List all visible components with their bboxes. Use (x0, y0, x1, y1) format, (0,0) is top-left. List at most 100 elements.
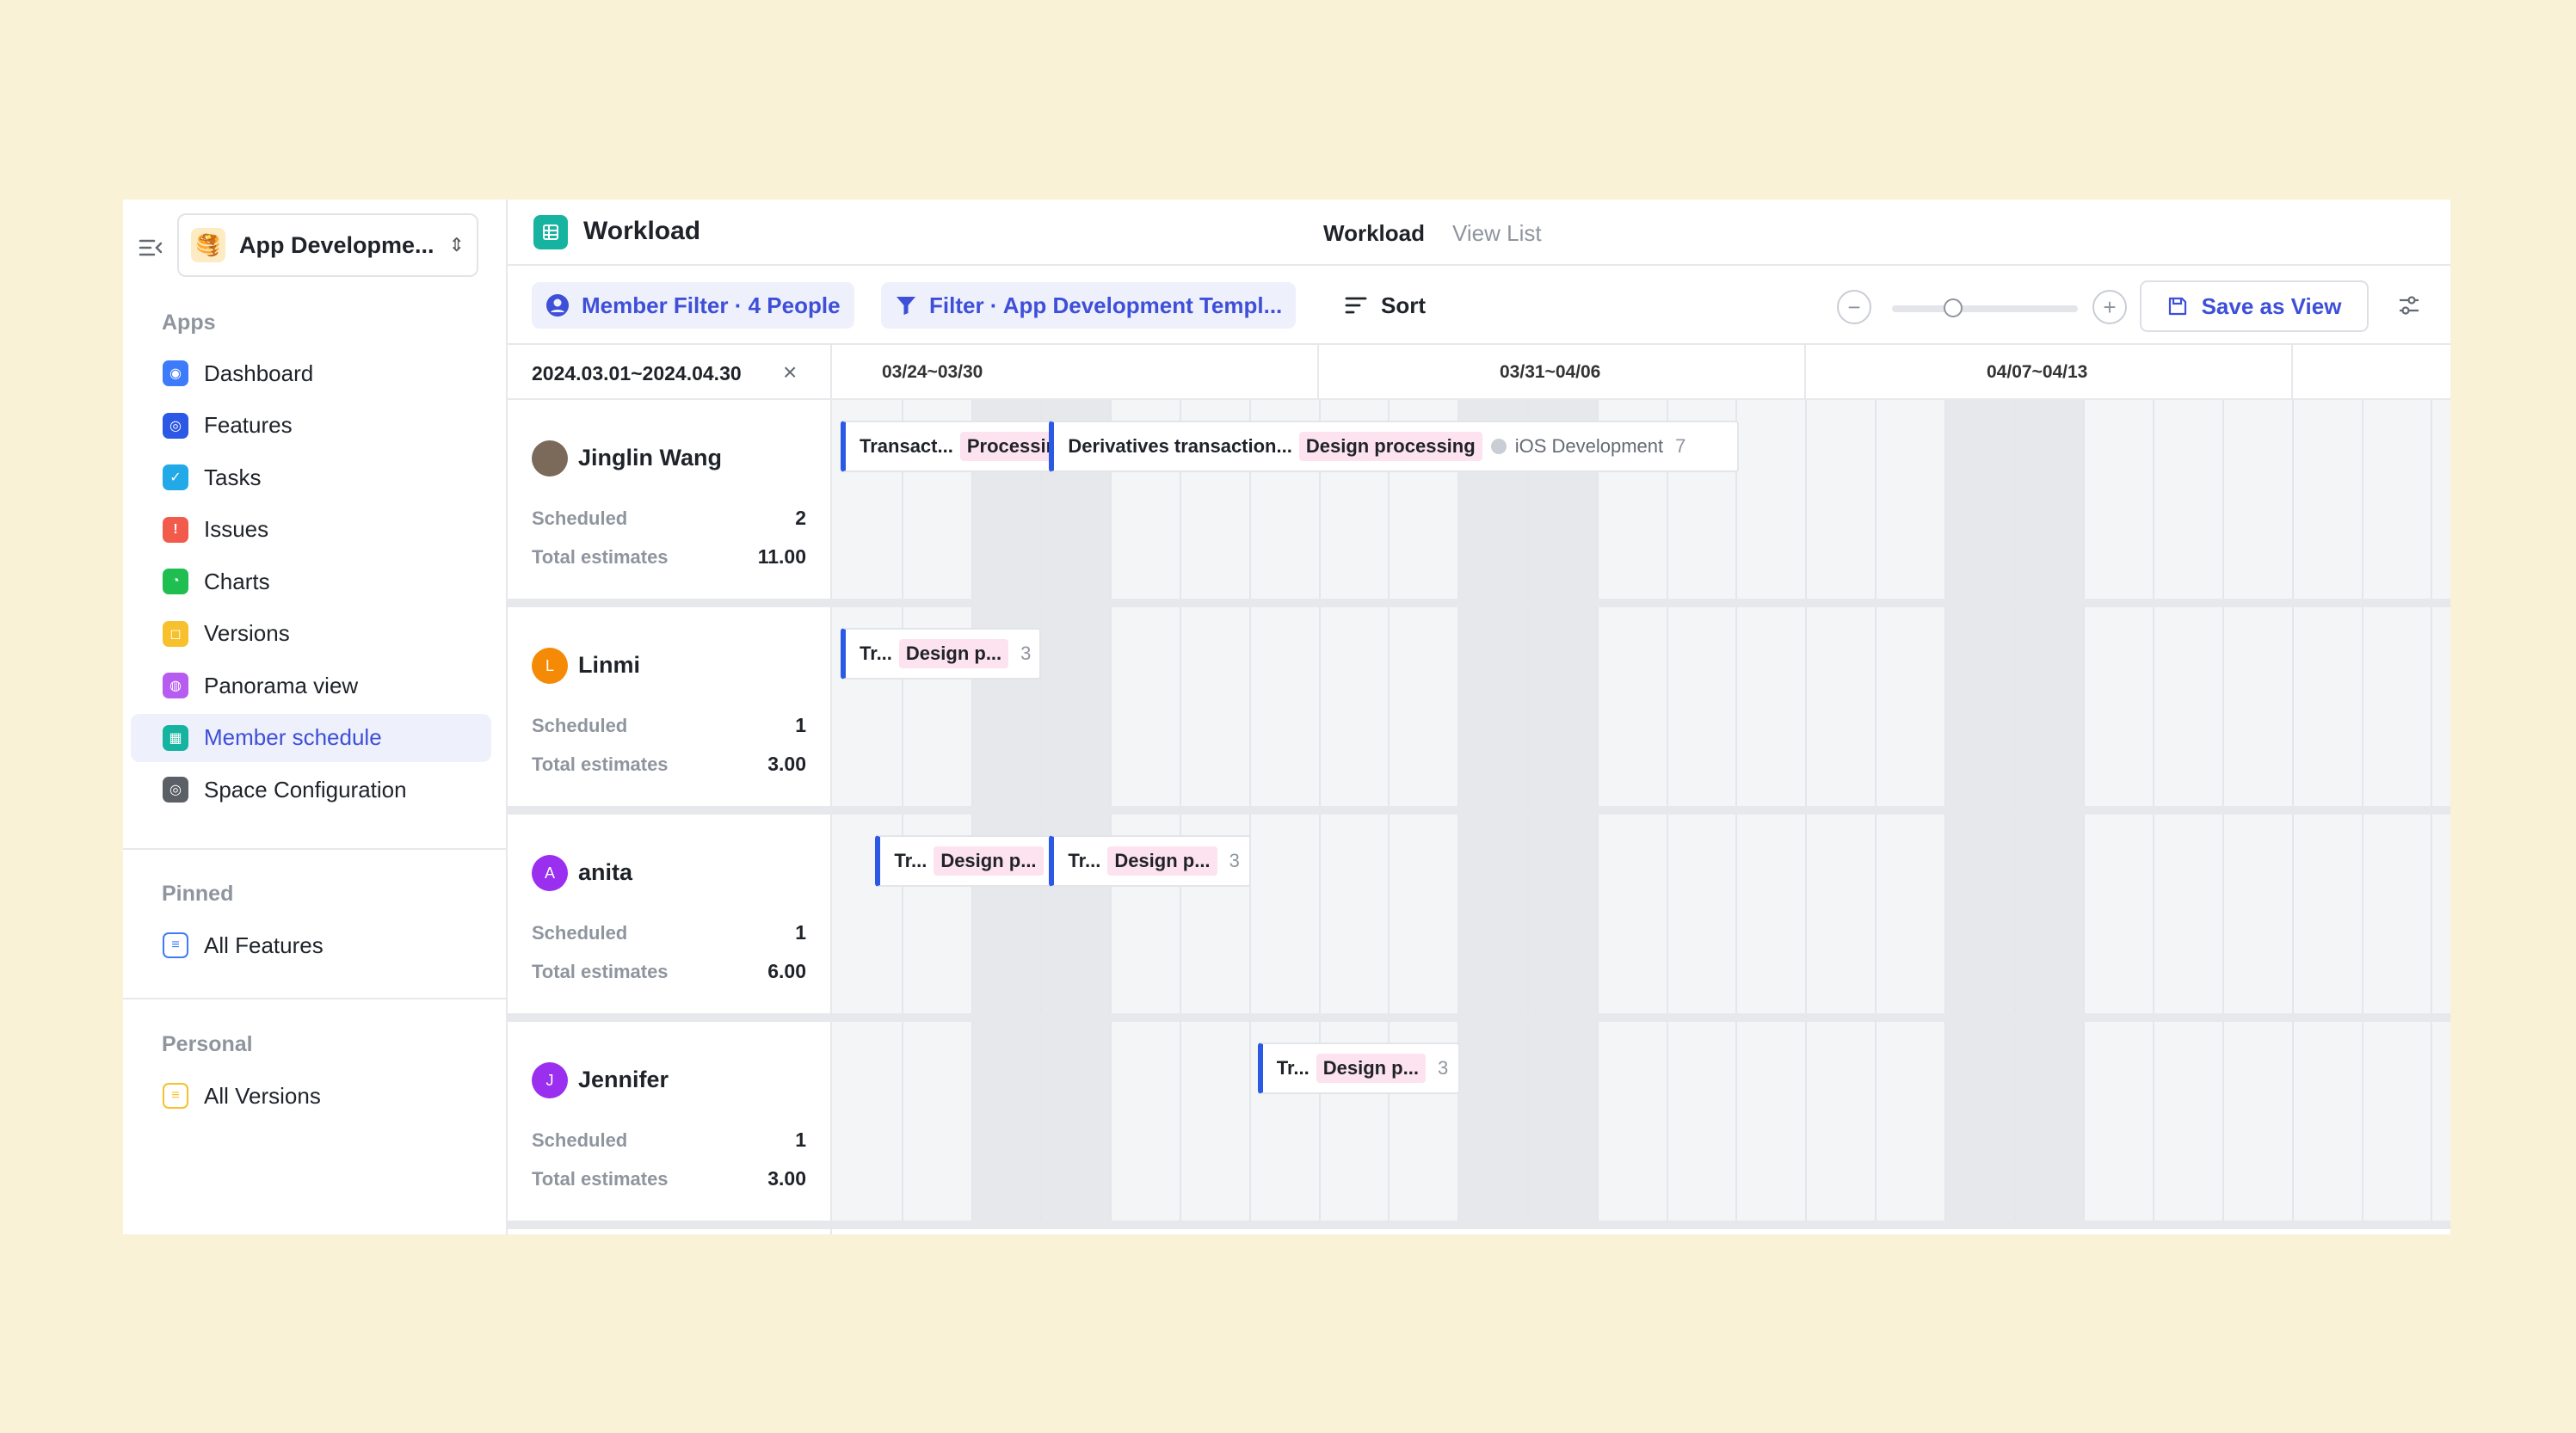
day-gridline (1388, 607, 1390, 806)
zoom-slider[interactable] (1892, 298, 2078, 317)
day-gridline (1735, 1022, 1738, 1221)
sidebar-item-label: Features (204, 412, 293, 438)
scheduled-label: Scheduled (532, 507, 628, 529)
task-bar[interactable]: Tr...Design p...3 (1257, 1042, 1460, 1094)
row-separator (508, 1013, 2450, 1022)
space-selector[interactable]: 🥞 App Developme... ⇕ (177, 213, 478, 277)
day-gridline (1735, 815, 1738, 1013)
member-name[interactable]: Jinglin Wang (578, 445, 722, 471)
status-badge: Design p... (1107, 846, 1217, 876)
status-badge: Design p... (1316, 1054, 1426, 1083)
sidebar-item-space-configuration[interactable]: ◎ Space Configuration (131, 766, 491, 814)
sidebar-item-features[interactable]: ◎ Features (131, 402, 491, 450)
task-bar[interactable]: Tr...Design p...3 (875, 835, 1076, 887)
day-gridline (1666, 607, 1668, 806)
day-gridline (1318, 815, 1321, 1013)
status-badge: Design p... (898, 639, 1009, 668)
sort-button[interactable]: Sort (1345, 282, 1426, 329)
row-separator (508, 1221, 2450, 1229)
day-gridline (2222, 607, 2224, 806)
settings-sliders-icon[interactable] (2397, 293, 2421, 322)
total-estimates-label: Total estimates (532, 753, 669, 775)
member-timeline[interactable]: Tr... Design p... 3 (832, 607, 2450, 806)
weekend-band (1945, 607, 2086, 806)
avatar[interactable] (532, 440, 568, 477)
row-separator (508, 599, 2450, 607)
sidebar-item-member-schedule[interactable]: ▦ Member schedule (131, 713, 491, 762)
day-gridline (2361, 1022, 2363, 1221)
member-name[interactable]: Jennifer (578, 1067, 669, 1093)
day-gridline (1944, 607, 1946, 806)
week-label: 04/07~04/13 (1987, 362, 2088, 382)
member-info: Aanita Scheduled 1 Total estimates 6.00 (508, 815, 830, 1013)
save-as-view-label: Save as View (2201, 292, 2342, 319)
total-estimates-value: 3.00 (767, 1167, 806, 1190)
day-gridline (1318, 607, 1321, 806)
issues-icon: ! (163, 516, 188, 543)
task-bar[interactable]: Tr...Design p...3 (841, 628, 1041, 680)
sidebar-item-label: All Features (204, 932, 324, 958)
member-name[interactable]: Linmi (578, 652, 640, 679)
total-estimates-label: Total estimates (532, 1168, 669, 1190)
sidebar-item-label: Issues (204, 516, 269, 542)
day-gridline (2013, 815, 2016, 1013)
header: Workload Workload View List (508, 200, 2450, 266)
member-filter-label: Member Filter · 4 People (582, 292, 841, 318)
member-row: Aanita Scheduled 1 Total estimates 6.00 Tr...… (508, 815, 2450, 1013)
member-filter-button[interactable]: Member Filter · 4 People (532, 282, 854, 329)
zoom-in-button[interactable]: + (2092, 290, 2127, 324)
day-gridline (2083, 815, 2086, 1013)
sidebar-item-panorama-view[interactable]: ◍ Panorama view (131, 661, 491, 710)
task-bar[interactable]: Derivatives transaction... Design process… (1049, 421, 1740, 472)
member-info: J Jennifer Scheduled 1 Total estimates 3.00 (508, 1022, 830, 1221)
avatar[interactable]: J (532, 1062, 568, 1098)
sidebar-item-label: Space Configuration (204, 776, 407, 803)
member-timeline[interactable]: Tr... Design p... 3 (832, 1022, 2450, 1221)
total-estimates-label: Total estimates (532, 546, 669, 568)
zoom-out-button[interactable]: − (1837, 290, 1871, 324)
day-gridline (2431, 1022, 2433, 1221)
sidebar: 🥞 App Developme... ⇕ Apps ◉ Dashboard ◎ Fea… (123, 200, 508, 1234)
member-timeline[interactable]: Transact...Processing4Derivatives transa… (832, 400, 2450, 599)
app-window: 🥞 App Developme... ⇕ Apps ◉ Dashboard ◎ Fea… (123, 200, 2450, 1234)
close-icon[interactable]: × (783, 359, 797, 386)
space-name: App Developme... (239, 231, 434, 258)
task-bar[interactable]: Tr...Design p...3 (1049, 835, 1252, 887)
workload-icon (533, 215, 568, 249)
day-gridline (1666, 1022, 1668, 1221)
member-info: Jinglin Wang Scheduled 2 Total estimates 11.… (508, 400, 830, 599)
day-gridline (2013, 1022, 2016, 1221)
day-gridline (1805, 400, 1808, 599)
day-gridline (2361, 400, 2363, 599)
avatar[interactable]: A (532, 855, 568, 891)
total-estimates-value: 3.00 (767, 753, 806, 775)
day-gridline (2361, 815, 2363, 1013)
sidebar-item-dashboard[interactable]: ◉ Dashboard (131, 349, 491, 397)
sidebar-item-tasks[interactable]: ✓ Tasks (131, 453, 491, 501)
day-gridline (2222, 815, 2224, 1013)
day-gridline (1944, 1022, 1946, 1221)
tab-view-list[interactable]: View List (1452, 220, 1542, 247)
weekend-band (1945, 1022, 2086, 1221)
member-timeline[interactable]: Tr...Design p...3Tr...Design p...3 (832, 815, 2450, 1013)
member-name[interactable]: anita (578, 859, 632, 886)
sidebar-item-all-versions[interactable]: ≡ All Versions (131, 1072, 491, 1120)
save-as-view-button[interactable]: Save as View (2140, 280, 2369, 332)
weekend-band (1945, 400, 2086, 599)
collapse-sidebar-icon[interactable] (138, 235, 163, 261)
sidebar-item-versions[interactable]: ◻ Versions (131, 610, 491, 658)
sidebar-item-all-features[interactable]: ≡ All Features (131, 921, 491, 969)
sidebar-item-charts[interactable]: ◔ Charts (131, 557, 491, 606)
day-gridline (1596, 1022, 1599, 1221)
avatar[interactable]: L (532, 648, 568, 684)
tab-workload[interactable]: Workload (1323, 220, 1425, 247)
day-gridline (1596, 607, 1599, 806)
scheduled-value: 1 (795, 714, 806, 736)
status-badge: Design processing (1298, 432, 1482, 461)
sidebar-item-issues[interactable]: ! Issues (131, 506, 491, 554)
zoom-slider-thumb[interactable] (1944, 298, 1963, 317)
day-gridline (2153, 400, 2155, 599)
list-icon: ≡ (163, 932, 188, 958)
day-gridline (971, 1022, 973, 1221)
filter-button[interactable]: Filter · App Development Templ... (881, 282, 1297, 329)
